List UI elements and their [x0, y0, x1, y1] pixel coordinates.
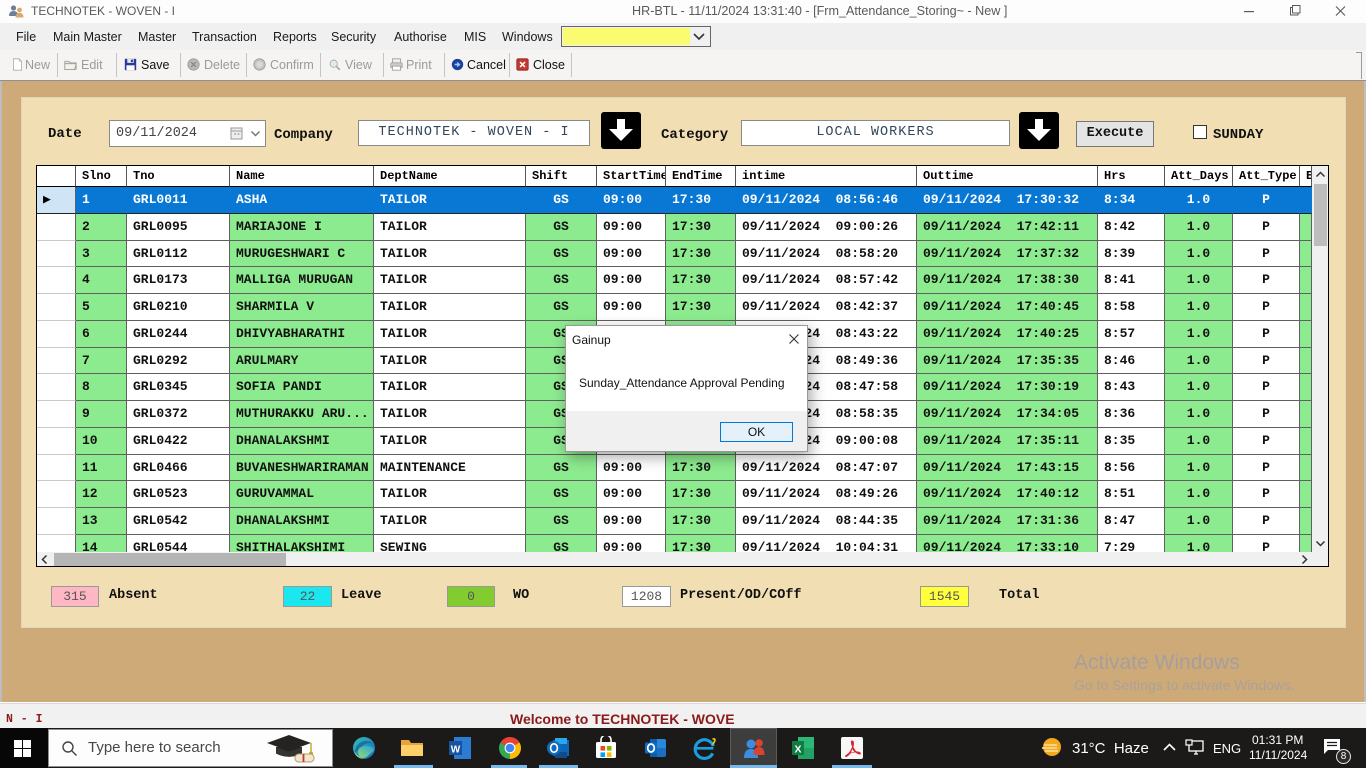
svg-text:X: X	[794, 744, 801, 756]
svg-text:W: W	[451, 745, 461, 756]
